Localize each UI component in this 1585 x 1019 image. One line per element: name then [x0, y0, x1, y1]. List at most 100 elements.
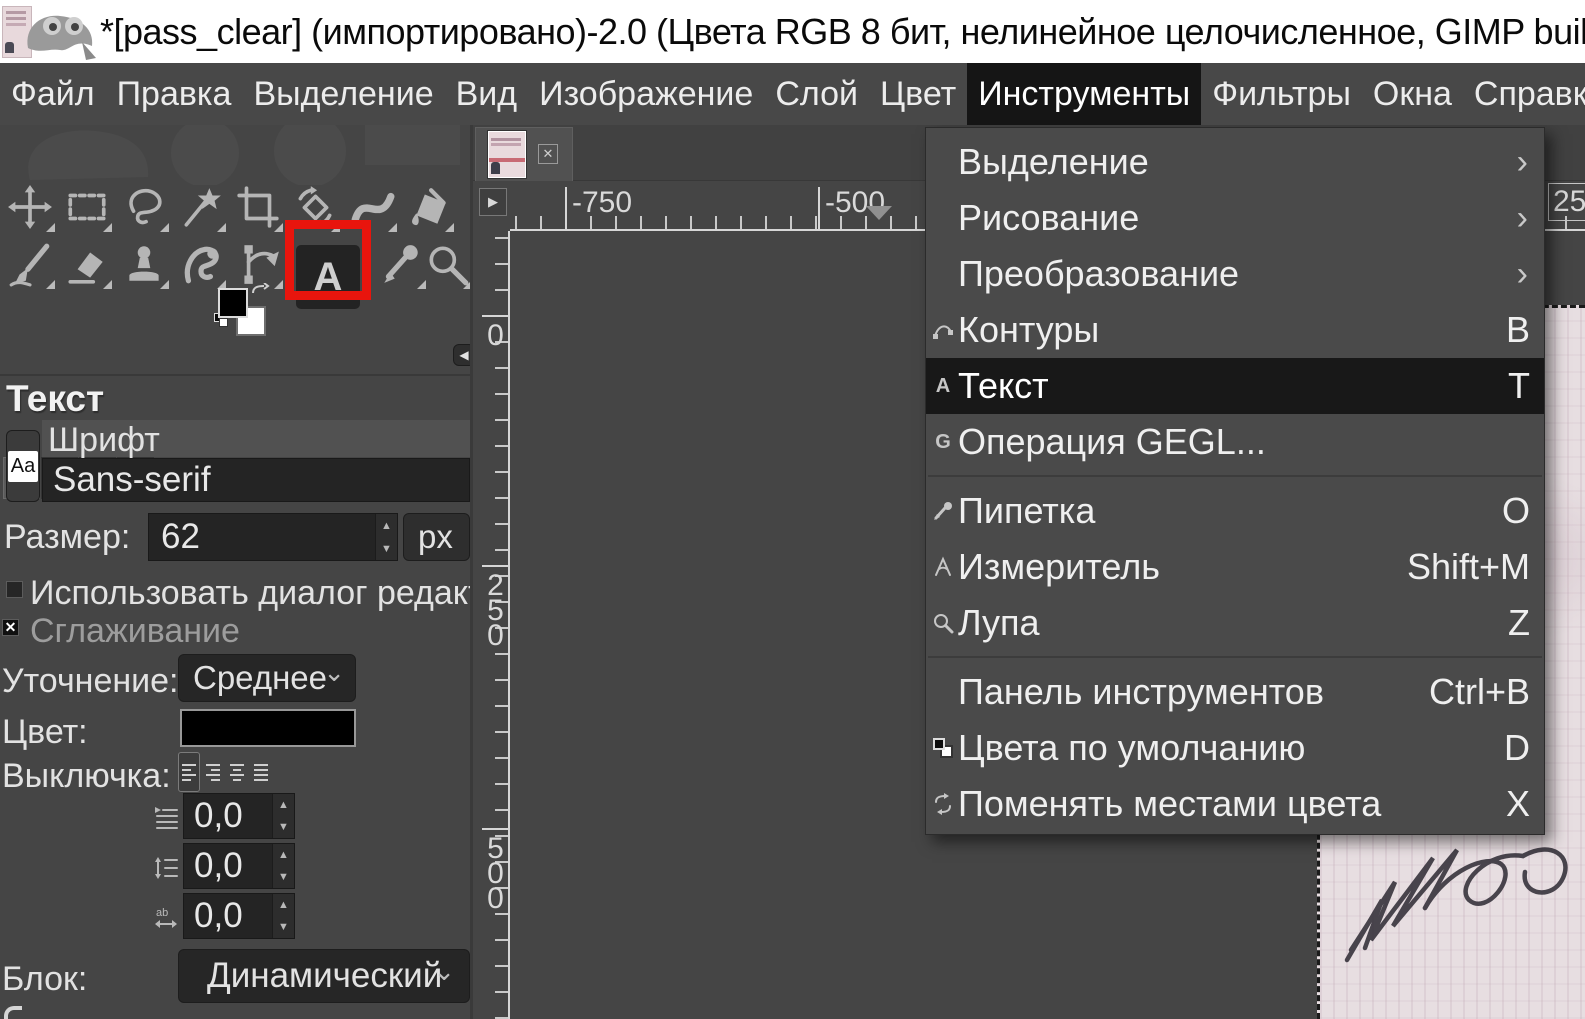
- magic-wand-icon: [178, 184, 224, 230]
- menu-item-toolbox[interactable]: Панель инструментов Ctrl+B: [926, 664, 1544, 720]
- box-mode-dropdown[interactable]: Динамический ⌄: [178, 949, 470, 1003]
- font-name-value: Sans-serif: [53, 460, 211, 500]
- menubar-item-colors[interactable]: Цвет: [869, 63, 967, 125]
- eraser-icon: [64, 241, 110, 287]
- text-color-swatch[interactable]: [180, 709, 356, 747]
- tool-fuzzy-select[interactable]: [174, 180, 228, 234]
- size-unit-dropdown[interactable]: px: [403, 513, 470, 561]
- menu-item-label: Цвета по умолчанию: [958, 727, 1305, 769]
- use-editor-checkbox[interactable]: [6, 581, 23, 598]
- tool-smudge[interactable]: [174, 237, 228, 291]
- menu-item-zoom[interactable]: Лупа Z: [926, 595, 1544, 651]
- size-unit-value: px: [418, 518, 453, 556]
- menu-item-transform[interactable]: Преобразование ›: [926, 246, 1544, 302]
- shortcut: O: [1502, 490, 1530, 532]
- menubar-item-view[interactable]: Вид: [445, 63, 529, 125]
- justify-right-button[interactable]: [202, 752, 224, 792]
- ruler-corner-button[interactable]: ▶: [479, 188, 507, 216]
- image-tab[interactable]: ✕: [475, 127, 573, 181]
- justify-center-button[interactable]: [226, 752, 248, 792]
- signature-drawing: [1337, 820, 1569, 1010]
- justify-left-button[interactable]: [178, 752, 200, 792]
- image-tab-thumbnail: [488, 131, 526, 178]
- menu-item-text[interactable]: A Текст T: [926, 358, 1544, 414]
- dock-collapse-button[interactable]: ◀: [453, 344, 470, 366]
- line-spacing-icon: [153, 856, 179, 880]
- color-label: Цвет:: [2, 713, 88, 752]
- window-title: *[pass_clear] (импортировано)-2.0 (Цвета…: [100, 11, 1585, 53]
- measure-icon: [931, 555, 955, 579]
- indent-spinner[interactable]: ▲ ▼: [272, 794, 294, 838]
- menubar-item-file[interactable]: Файл: [0, 63, 106, 125]
- tool-crop[interactable]: [231, 180, 285, 234]
- wilber-watermark: [10, 125, 460, 185]
- menubar-item-layer[interactable]: Слой: [764, 63, 869, 125]
- size-spinner[interactable]: ▲ ▼: [375, 514, 397, 560]
- title-bar[interactable]: *[pass_clear] (импортировано)-2.0 (Цвета…: [0, 0, 1585, 63]
- tool-free-select[interactable]: [117, 180, 171, 234]
- spin-up-icon[interactable]: ▲: [278, 799, 289, 811]
- menu-item-paths[interactable]: Контуры B: [926, 302, 1544, 358]
- swap-colors-icon[interactable]: [250, 283, 272, 303]
- spin-up-icon[interactable]: ▲: [278, 849, 289, 861]
- spin-down-icon[interactable]: ▼: [278, 871, 289, 883]
- tool-zoom[interactable]: [420, 237, 470, 291]
- foreground-color-swatch[interactable]: [218, 288, 248, 318]
- spin-down-icon[interactable]: ▼: [381, 543, 392, 555]
- tool-eraser[interactable]: [60, 237, 114, 291]
- tool-rectangle-select[interactable]: [60, 180, 114, 234]
- default-colors-icon: [931, 736, 955, 760]
- box-label: Блок:: [2, 960, 87, 999]
- line-spacing-input[interactable]: 0,0 ▲ ▼: [183, 843, 295, 889]
- close-icon[interactable]: ✕: [538, 144, 558, 164]
- spin-down-icon[interactable]: ▼: [278, 921, 289, 933]
- menubar-item-help[interactable]: Справка: [1463, 63, 1585, 125]
- menubar-item-edit[interactable]: Правка: [106, 63, 243, 125]
- menu-item-paint[interactable]: Рисование ›: [926, 190, 1544, 246]
- move-icon: [7, 184, 53, 230]
- ruler-label: 250: [1548, 183, 1585, 221]
- app-icon: [2, 4, 98, 60]
- antialias-checkbox[interactable]: ✕: [2, 619, 19, 636]
- size-input[interactable]: 62 ▲ ▼: [148, 513, 398, 561]
- tool-paintbrush[interactable]: [3, 237, 57, 291]
- indent-input[interactable]: 0,0 ▲ ▼: [183, 793, 295, 839]
- letter-spacing-spinner[interactable]: ▲ ▼: [272, 894, 294, 938]
- aa-icon: Aa: [8, 451, 38, 482]
- menu-item-measure[interactable]: Измеритель Shift+M: [926, 539, 1544, 595]
- menu-item-label: Панель инструментов: [958, 671, 1324, 713]
- ruler-label: 250: [478, 569, 512, 644]
- menu-item-gegl[interactable]: G Операция GEGL...: [926, 414, 1544, 470]
- menu-item-swap-colors[interactable]: Поменять местами цвета X: [926, 776, 1544, 832]
- tool-bucket-fill[interactable]: [402, 180, 456, 234]
- font-preview-button[interactable]: Aa: [6, 430, 40, 502]
- use-editor-label: Использовать диалог редакто: [30, 574, 470, 613]
- menubar-item-windows[interactable]: Окна: [1362, 63, 1463, 125]
- menu-item-label: Пипетка: [958, 490, 1095, 532]
- hinting-dropdown[interactable]: Среднее ⌄: [178, 654, 356, 702]
- font-name-input[interactable]: Sans-serif: [42, 458, 470, 502]
- menubar-item-tools[interactable]: Инструменты: [967, 63, 1201, 125]
- spin-up-icon[interactable]: ▲: [381, 520, 392, 532]
- spin-down-icon[interactable]: ▼: [278, 821, 289, 833]
- vertical-ruler[interactable]: 0 250 500: [475, 231, 510, 1019]
- menubar-item-image[interactable]: Изображение: [528, 63, 764, 125]
- menu-item-label: Рисование: [958, 197, 1139, 239]
- menu-item-default-colors[interactable]: Цвета по умолчанию D: [926, 720, 1544, 776]
- menubar-item-select[interactable]: Выделение: [242, 63, 444, 125]
- font-label: Шрифт: [48, 421, 160, 460]
- menubar-item-filters[interactable]: Фильтры: [1201, 63, 1362, 125]
- indent-icon: [153, 806, 179, 830]
- spin-up-icon[interactable]: ▲: [278, 899, 289, 911]
- menu-item-selection[interactable]: Выделение ›: [926, 134, 1544, 190]
- gimp-window: *[pass_clear] (импортировано)-2.0 (Цвета…: [0, 0, 1585, 1019]
- tool-clone[interactable]: [117, 237, 171, 291]
- tool-options-title: Текст: [6, 378, 104, 420]
- line-spacing-spinner[interactable]: ▲ ▼: [272, 844, 294, 888]
- tool-move[interactable]: [3, 180, 57, 234]
- justify-fill-button[interactable]: [250, 752, 272, 792]
- size-label: Размер:: [4, 518, 130, 557]
- menu-item-label: Операция GEGL...: [958, 421, 1266, 463]
- menu-item-color-picker[interactable]: Пипетка O: [926, 483, 1544, 539]
- letter-spacing-input[interactable]: 0,0 ▲ ▼: [183, 893, 295, 939]
